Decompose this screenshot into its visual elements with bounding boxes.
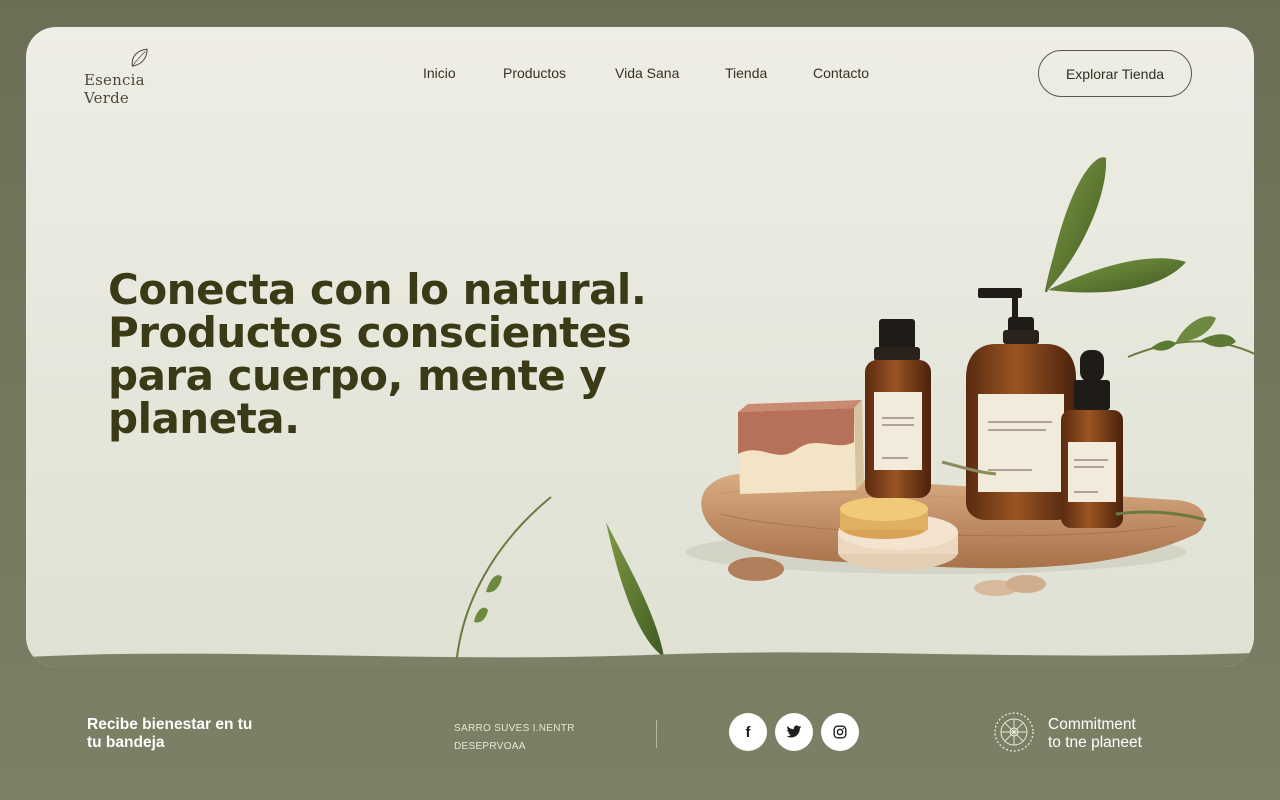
- commitment-line: Commitment: [1048, 716, 1136, 733]
- product-hero-image: [455, 157, 1254, 667]
- social-links: f: [729, 713, 859, 751]
- facebook-icon[interactable]: f: [729, 713, 767, 751]
- card-wave: [26, 652, 1254, 667]
- twitter-bird-icon: [786, 725, 802, 738]
- brand-logo[interactable]: Esencia Verde: [84, 47, 194, 107]
- newsletter-text[interactable]: Recibe bienestar en tu tu bandeja: [87, 716, 307, 752]
- instagram-icon[interactable]: [821, 713, 859, 751]
- footer-small-text: SARRO SUVES I.NENTR DESEPRVOAA: [454, 720, 634, 756]
- nav-item-tienda[interactable]: Tienda: [725, 65, 813, 85]
- brand-name: Esencia Verde: [84, 71, 145, 107]
- newsletter-line: Recibe bienestar en tu: [87, 716, 253, 733]
- instagram-glyph-icon: [833, 725, 847, 739]
- newsletter-line: tu bandeja: [87, 734, 165, 751]
- main-nav: Inicio Productos Vida Sana Tienda Contac…: [423, 65, 893, 85]
- nav-item-contacto[interactable]: Contacto: [813, 65, 893, 85]
- planet-commitment-icon: [994, 712, 1034, 752]
- footer-divider: [656, 720, 657, 748]
- hero-card: Esencia Verde Inicio Productos Vida Sana…: [26, 27, 1254, 667]
- nav-item-vida-sana[interactable]: Vida Sana: [615, 65, 725, 85]
- explore-shop-button[interactable]: Explorar Tienda: [1038, 50, 1192, 97]
- twitter-icon[interactable]: [775, 713, 813, 751]
- nav-item-productos[interactable]: Productos: [503, 65, 615, 85]
- leaf-icon: [131, 48, 148, 67]
- footer-small-line: SARRO SUVES I.NENTR: [454, 723, 575, 734]
- nav-item-inicio[interactable]: Inicio: [423, 65, 503, 85]
- commitment-text: Commitment to tne planeet: [1048, 716, 1208, 752]
- commitment-line: to tne planeet: [1048, 734, 1142, 751]
- footer: Recibe bienestar en tu tu bandeja SARRO …: [0, 690, 1280, 800]
- footer-small-line: DESEPRVOAA: [454, 741, 526, 752]
